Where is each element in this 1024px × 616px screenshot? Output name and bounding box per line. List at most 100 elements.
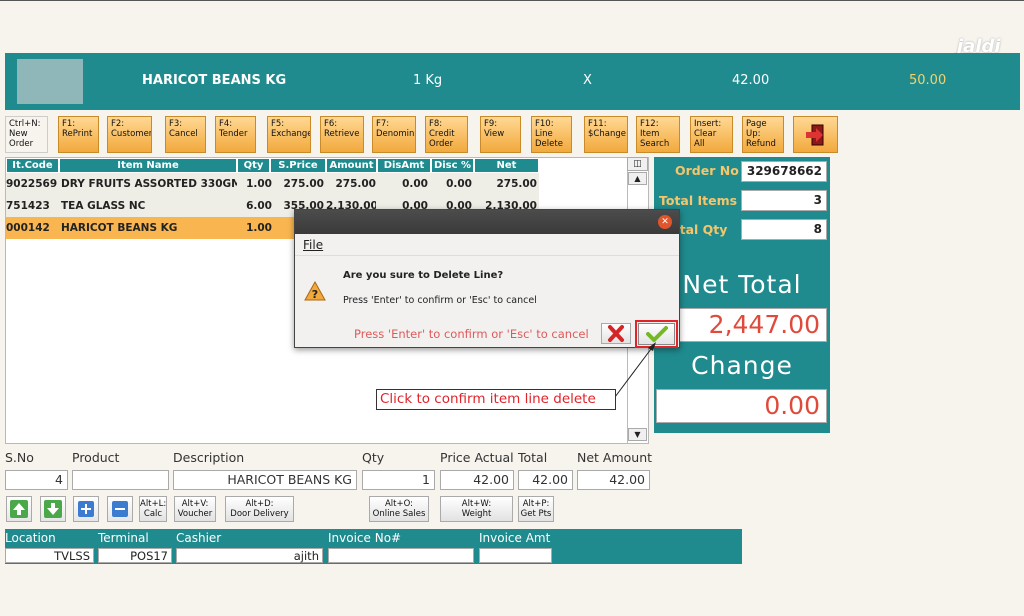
arrow-up-icon <box>10 500 28 518</box>
location-label: Location <box>5 531 56 545</box>
delete-line-dialog: ✕ File ? Are you sure to Delete Line? Pr… <box>294 209 680 348</box>
sno-field[interactable]: 4 <box>5 470 68 490</box>
qty-field[interactable]: 1 <box>362 470 435 490</box>
description-label: Description <box>173 450 245 465</box>
exchange-button[interactable]: F5: Exchange <box>267 116 311 153</box>
row-item-name: TEA GLASS NC <box>61 200 146 212</box>
col-header-net-amount: Net Amount <box>475 159 539 184</box>
annotation-callout: Click to confirm item line delete <box>376 389 616 410</box>
tender-button[interactable]: F4: Tender <box>215 116 256 153</box>
close-icon[interactable]: ✕ <box>658 215 672 229</box>
col-header-qty: Qty <box>238 159 270 172</box>
cashier-label: Cashier <box>176 531 222 545</box>
callout-arrow-icon <box>614 342 656 398</box>
order-no-value: 329678662 <box>741 161 827 182</box>
invoice-amt-value <box>479 548 552 563</box>
cancel-order-button[interactable]: F3: Cancel <box>165 116 206 153</box>
move-up-button[interactable] <box>6 496 32 522</box>
online-sales-button[interactable]: Alt+O: Online Sales <box>369 496 429 522</box>
col-header-sprice: S.Price <box>271 159 326 172</box>
banner-amount: 50.00 <box>909 73 947 88</box>
menu-file[interactable]: File <box>303 238 323 252</box>
row-disc-pct: 0.00 <box>446 178 472 190</box>
move-down-button[interactable] <box>40 496 66 522</box>
row-itcode: 751423 <box>6 200 50 212</box>
total-label: Total <box>518 450 548 465</box>
scroll-up-icon[interactable]: ▲ <box>628 172 647 185</box>
banner-item-name: HARICOT BEANS KG <box>142 73 287 88</box>
exit-icon <box>806 124 824 146</box>
dialog-menubar: File <box>295 234 679 256</box>
sno-label: S.No <box>5 450 34 465</box>
door-delivery-button[interactable]: Alt+D: Door Delivery <box>225 496 294 522</box>
terminal-value: POS17 <box>98 548 172 563</box>
banner-unit: 1 Kg <box>413 73 443 88</box>
retrieve-button[interactable]: F6: Retrieve <box>320 116 364 153</box>
svg-text:?: ? <box>312 288 318 301</box>
total-qty-value: 8 <box>741 219 827 240</box>
column-chooser-icon[interactable]: ◫ <box>627 157 648 171</box>
row-amount: 275.00 <box>335 178 376 190</box>
denomination-button[interactable]: F7: Denomin <box>372 116 416 153</box>
row-disamt: 0.00 <box>402 178 428 190</box>
dialog-titlebar[interactable] <box>295 210 679 234</box>
customer-button[interactable]: F2: Customer <box>107 116 152 153</box>
net-total-value: 2,447.00 <box>656 308 827 342</box>
terminal-label: Terminal <box>98 531 149 545</box>
item-thumbnail <box>17 59 83 104</box>
current-item-banner: HARICOT BEANS KG 1 Kg X 42.00 50.00 <box>5 53 1020 110</box>
row-item-name: DRY FRUITS ASSORTED 330GM <box>61 178 237 190</box>
price-actual-label: Price Actual <box>440 450 514 465</box>
location-value: TVLSS <box>5 548 94 563</box>
exit-button[interactable] <box>793 116 838 153</box>
row-qty: 1.00 <box>246 178 272 190</box>
minus-icon <box>112 501 128 517</box>
voucher-button[interactable]: Alt+V: Voucher <box>174 496 216 522</box>
increase-qty-button[interactable] <box>73 496 99 522</box>
row-qty: 1.00 <box>246 222 272 234</box>
col-header-itcode: It.Code <box>7 159 59 172</box>
product-field[interactable] <box>72 470 169 490</box>
dialog-question: Are you sure to Delete Line? <box>343 270 504 281</box>
product-label: Product <box>72 450 120 465</box>
calc-button[interactable]: Alt+L: Calc <box>139 496 167 522</box>
plus-icon <box>78 501 94 517</box>
net-total-label: Net Total <box>682 270 802 299</box>
new-order-button[interactable]: Ctrl+N: New Order <box>5 116 48 153</box>
change-value: 0.00 <box>656 389 827 423</box>
row-qty: 6.00 <box>246 200 272 212</box>
row-itcode: 9022569 <box>6 178 58 190</box>
row-item-name: HARICOT BEANS KG <box>61 222 178 234</box>
change-button[interactable]: F11: $Change <box>584 116 628 153</box>
clear-all-button[interactable]: Insert: Clear All <box>690 116 733 153</box>
line-delete-button[interactable]: F10: Line Delete <box>531 116 572 153</box>
total-items-label: Total Items <box>659 193 738 208</box>
refund-button[interactable]: Page Up: Refund <box>742 116 784 153</box>
change-label: Change <box>691 351 793 380</box>
credit-order-button[interactable]: F8: Credit Order <box>425 116 468 153</box>
total-field: 42.00 <box>518 470 573 490</box>
net-amount-field: 42.00 <box>577 470 650 490</box>
decrease-qty-button[interactable] <box>107 496 133 522</box>
cashier-value: ajith <box>176 548 323 563</box>
price-actual-field[interactable]: 42.00 <box>440 470 514 490</box>
col-header-amount: Amount <box>327 159 377 172</box>
scroll-down-icon[interactable]: ▼ <box>628 428 647 441</box>
row-net-amount: 275.00 <box>496 178 537 190</box>
banner-price: 42.00 <box>732 73 770 88</box>
get-points-button[interactable]: Alt+P: Get Pts <box>518 496 554 522</box>
description-field[interactable]: HARICOT BEANS KG <box>173 470 357 490</box>
item-search-button[interactable]: F12: Item Search <box>636 116 680 153</box>
reprint-button[interactable]: F1: RePrint <box>58 116 99 153</box>
col-header-disamt: DisAmt <box>378 159 431 172</box>
col-header-disc-pct: Disc % <box>432 159 474 172</box>
view-button[interactable]: F9: View <box>480 116 521 153</box>
banner-multiplier: X <box>583 73 592 88</box>
weight-button[interactable]: Alt+W: Weight <box>440 496 513 522</box>
warning-icon: ? <box>304 281 326 301</box>
top-border <box>0 0 1024 1</box>
invoice-no-label: Invoice No# <box>328 531 402 545</box>
invoice-no-value <box>328 548 474 563</box>
row-sprice: 275.00 <box>283 178 324 190</box>
order-no-label: Order No <box>675 163 739 178</box>
